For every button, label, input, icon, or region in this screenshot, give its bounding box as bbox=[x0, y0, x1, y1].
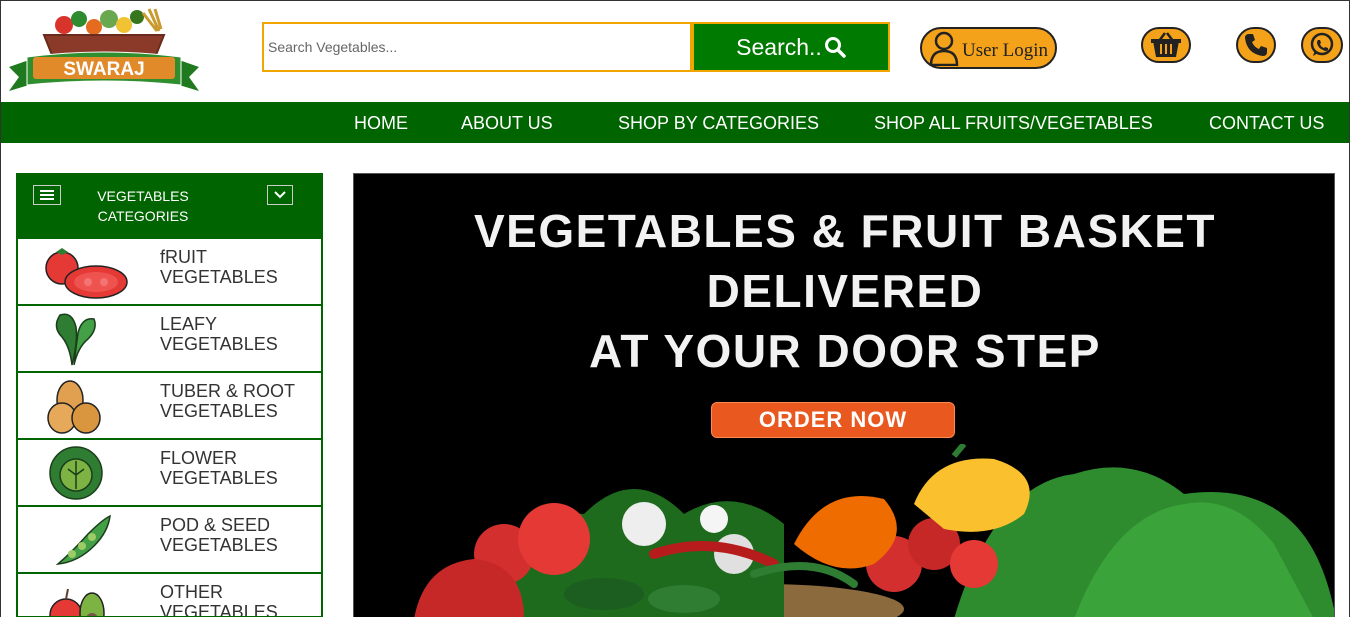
nav-about-us[interactable]: ABOUT US bbox=[461, 113, 553, 134]
basket-icon bbox=[1151, 32, 1181, 57]
site-header: SWARAJ AGROTECH Search.. User Login bbox=[1, 1, 1349, 102]
main-nav: HOME ABOUT US SHOP BY CATEGORIES SHOP AL… bbox=[1, 102, 1349, 143]
sidebar-item-label-line1: OTHER bbox=[160, 582, 223, 602]
sidebar-item-label-line2: VEGETABLES bbox=[160, 535, 278, 555]
sidebar-item-label-line2: VEGETABLES bbox=[160, 468, 278, 488]
cart-button[interactable] bbox=[1141, 27, 1191, 63]
menu-toggle-button[interactable] bbox=[33, 185, 61, 205]
sidebar-item-tuber-root-vegetables[interactable]: TUBER & ROOT VEGETABLES bbox=[18, 371, 321, 438]
sidebar-item-label-line1: FLOWER bbox=[160, 448, 238, 468]
sidebar-item-label: fRUIT VEGETABLES bbox=[160, 247, 310, 287]
banner-headline-line1: VEGETABLES & FRUIT BASKET bbox=[473, 205, 1216, 257]
sidebar-header: VEGETABLES CATEGORIES bbox=[18, 175, 321, 237]
sidebar-item-label-line1: fRUIT bbox=[160, 247, 207, 267]
brand-tagline: AGROTECH bbox=[71, 81, 136, 92]
sidebar-item-label: OTHER VEGETABLES bbox=[160, 582, 310, 617]
sidebar-item-label-line2: VEGETABLES bbox=[160, 602, 278, 617]
user-login-label: User Login bbox=[962, 40, 1049, 61]
sidebar-item-pod-seed-vegetables[interactable]: POD & SEED VEGETABLES bbox=[18, 505, 321, 572]
tomato-icon bbox=[45, 248, 128, 299]
sidebar-title-line2: CATEGORIES bbox=[97, 208, 189, 224]
search-input[interactable] bbox=[262, 22, 692, 72]
cabbage-icon bbox=[49, 446, 103, 500]
sidebar-title-line1: VEGETABLES bbox=[97, 188, 189, 204]
sidebar-item-label-line2: VEGETABLES bbox=[160, 401, 278, 421]
banner-headline-line2: DELIVERED bbox=[706, 265, 984, 317]
nav-shop-by-categories[interactable]: SHOP BY CATEGORIES bbox=[618, 113, 819, 134]
sidebar-item-label: TUBER & ROOT VEGETABLES bbox=[160, 381, 310, 421]
sidebar-item-flower-vegetables[interactable]: FLOWER VEGETABLES bbox=[18, 438, 321, 505]
collapse-toggle-button[interactable] bbox=[267, 185, 293, 205]
peas-pod-icon bbox=[55, 514, 111, 565]
hero-banner[interactable]: VEGETABLES & FRUIT BASKET DELIVERED AT Y… bbox=[353, 173, 1335, 617]
mixed-produce-icon bbox=[49, 588, 105, 616]
spinach-icon bbox=[55, 313, 96, 366]
sidebar-item-leafy-vegetables[interactable]: LEAFY VEGETABLES bbox=[18, 304, 321, 371]
whatsapp-button[interactable] bbox=[1301, 27, 1343, 63]
page: SWARAJ AGROTECH Search.. User Login bbox=[0, 0, 1350, 617]
whatsapp-icon bbox=[1310, 32, 1334, 56]
user-icon bbox=[929, 31, 959, 66]
sidebar-item-label-line2: VEGETABLES bbox=[160, 334, 278, 354]
sidebar-item-label-line2: VEGETABLES bbox=[160, 267, 278, 287]
nav-shop-all[interactable]: SHOP ALL FRUITS/VEGETABLES bbox=[874, 113, 1153, 134]
vegetable-basket-image bbox=[414, 444, 1334, 617]
search-button-label: Search.. bbox=[736, 33, 822, 60]
sidebar-title: VEGETABLES CATEGORIES bbox=[78, 186, 208, 226]
nav-home[interactable]: HOME bbox=[354, 113, 408, 134]
phone-icon bbox=[1245, 34, 1267, 56]
user-login-button[interactable]: User Login bbox=[920, 27, 1057, 69]
phone-button[interactable] bbox=[1236, 27, 1276, 63]
brand-name: SWARAJ bbox=[63, 59, 144, 80]
sidebar-item-label: POD & SEED VEGETABLES bbox=[160, 515, 310, 555]
sidebar-item-label: FLOWER VEGETABLES bbox=[160, 448, 310, 488]
search-bar: Search.. bbox=[262, 22, 890, 72]
banner-headline-line3: AT YOUR DOOR STEP bbox=[589, 325, 1101, 377]
search-icon bbox=[824, 37, 846, 58]
search-button[interactable]: Search.. bbox=[692, 22, 890, 72]
sidebar-item-label-line1: TUBER & ROOT bbox=[160, 381, 296, 401]
sidebar-item-label: LEAFY VEGETABLES bbox=[160, 314, 310, 354]
brand-logo[interactable]: SWARAJ AGROTECH bbox=[9, 5, 199, 97]
sidebar-item-fruit-vegetables[interactable]: fRUIT VEGETABLES bbox=[18, 237, 321, 304]
nav-contact-us[interactable]: CONTACT US bbox=[1209, 113, 1324, 134]
sidebar-item-label-line1: LEAFY bbox=[160, 314, 218, 334]
sidebar-item-other-vegetables[interactable]: OTHER VEGETABLES bbox=[18, 572, 321, 617]
order-now-button[interactable]: ORDER NOW bbox=[711, 402, 955, 438]
hamburger-icon bbox=[40, 190, 54, 200]
category-sidebar: VEGETABLES CATEGORIES fRUIT VEGETABLES L… bbox=[16, 173, 323, 617]
potato-icon bbox=[47, 380, 101, 434]
chevron-down-icon bbox=[274, 191, 286, 199]
sidebar-item-label-line1: POD & SEED bbox=[160, 515, 271, 535]
